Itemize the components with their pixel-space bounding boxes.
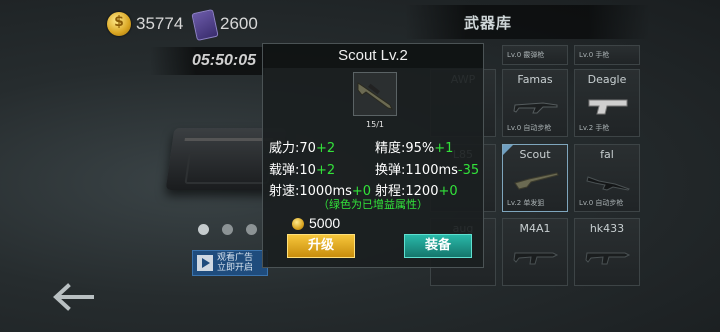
stat-magazine: 载弹:10+2	[269, 163, 336, 178]
equip-button[interactable]: 装备	[404, 234, 472, 258]
pistol-icon	[588, 99, 628, 115]
gem-amount: 2600	[220, 14, 258, 33]
weapon-detail-popup: Scout Lv.2 15/1 威力:70+2 精度:95%+1 载弹:10+2…	[262, 43, 484, 268]
arsenal-title: 武器库	[463, 14, 512, 32]
watch-ad-label: 观看广告 立即开启	[217, 253, 254, 273]
gold-coin-icon	[107, 12, 131, 36]
weapon-level: Lv.2 单发狙	[507, 199, 545, 207]
weapon-name: Famas	[517, 73, 553, 86]
gem-card-icon	[191, 9, 219, 41]
weapon-name: Scout	[519, 148, 551, 161]
carousel-dot-1[interactable]	[198, 224, 209, 235]
gold-amount: 35774	[136, 14, 184, 33]
popup-title: Scout Lv.2	[338, 47, 408, 64]
weapon-level: Lv.0 手枪	[579, 51, 610, 59]
stat-reload: 换弹:1100ms-35	[375, 163, 480, 178]
weapon-level: Lv.0 自动步枪	[579, 199, 624, 207]
weapon-name: hk433	[589, 222, 625, 235]
upgrade-cost: 5000	[309, 215, 341, 231]
weapon-name: M4A1	[519, 222, 551, 235]
bonus-note: （绿色为已增益属性）	[318, 198, 428, 211]
weapon-card-famas[interactable]: Famas Lv.0 自动步枪	[502, 69, 568, 137]
stat-power: 威力:70+2	[269, 141, 336, 156]
carousel-dot-2[interactable]	[222, 224, 233, 235]
sniper-rifle-icon	[514, 172, 559, 190]
weapon-preview	[353, 72, 397, 116]
weapon-level: Lv.2 手枪	[579, 124, 610, 132]
back-arrow-icon[interactable]	[50, 283, 94, 311]
rifle-icon	[513, 102, 558, 114]
weapon-level: Lv.0 霰弹枪	[507, 51, 545, 59]
coin-icon	[292, 218, 304, 230]
weapon-card-hk433[interactable]: hk433	[574, 218, 640, 286]
rifle-icon	[586, 176, 630, 191]
rifle-icon	[585, 252, 631, 265]
weapon-card-m4a1[interactable]: M4A1	[502, 218, 568, 286]
weapon-card-deagle[interactable]: Deagle Lv.2 手枪	[574, 69, 640, 137]
weapon-name: fal	[600, 148, 614, 161]
weapon-card[interactable]: Lv.0 霰弹枪	[502, 45, 568, 65]
weapon-card[interactable]: Lv.0 手枪	[574, 45, 640, 65]
weapon-name: Deagle	[587, 73, 627, 86]
stat-accuracy: 精度:95%+1	[375, 141, 454, 156]
weapon-card-fal[interactable]: fal Lv.0 自动步枪	[574, 144, 640, 212]
sniper-rifle-icon	[357, 82, 393, 110]
carousel-dot-3[interactable]	[246, 224, 257, 235]
watch-ad-button[interactable]: 观看广告 立即开启	[192, 250, 268, 276]
ammo-count: 15/1	[366, 120, 384, 129]
rifle-icon	[513, 252, 559, 265]
upgrade-button[interactable]: 升级	[287, 234, 355, 258]
countdown-timer: 05:50:05	[192, 52, 257, 69]
weapon-level: Lv.0 自动步枪	[507, 124, 552, 132]
weapon-card-scout[interactable]: Scout Lv.2 单发狙	[502, 144, 568, 212]
play-icon	[197, 255, 213, 271]
